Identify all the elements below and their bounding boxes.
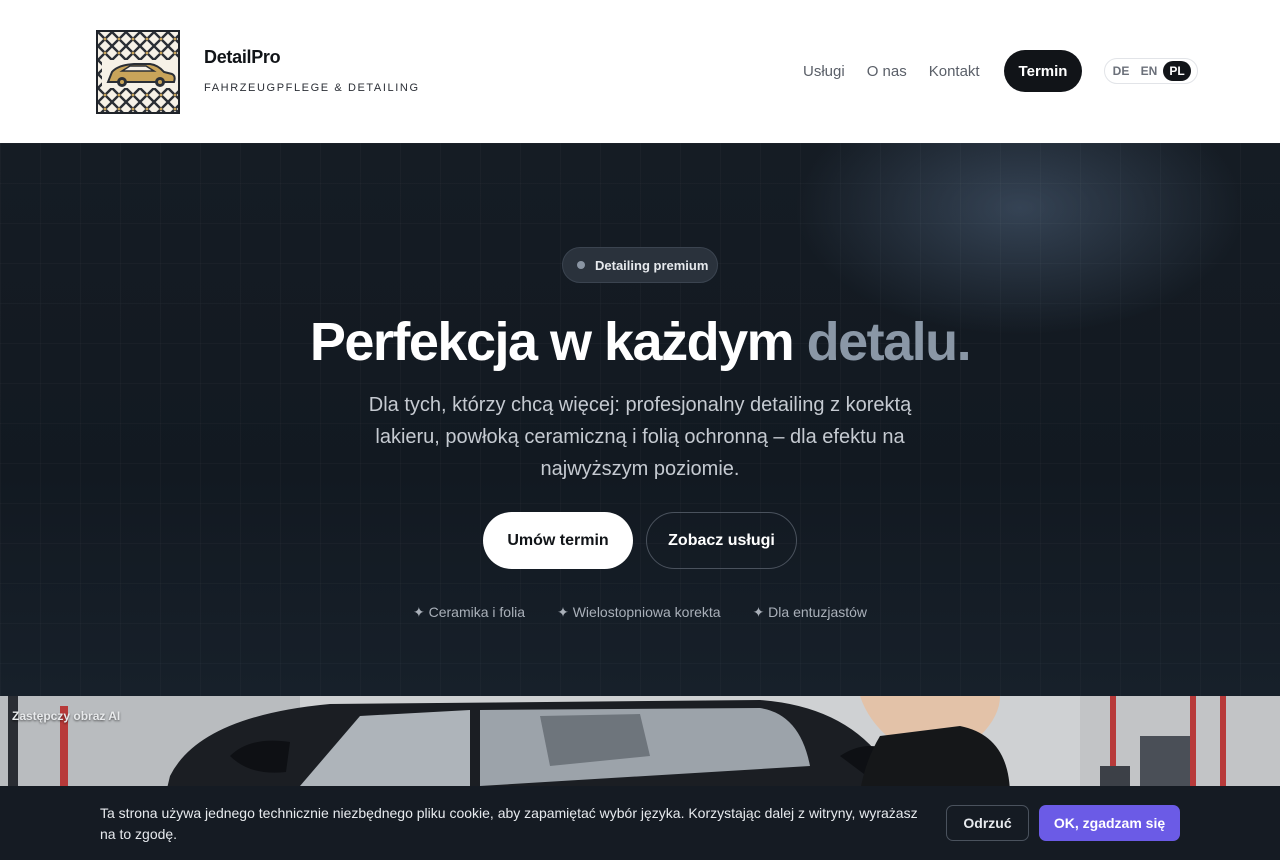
lang-pl-button[interactable]: PL — [1163, 61, 1191, 81]
book-appointment-button[interactable]: Umów termin — [483, 512, 633, 569]
cookie-accept-button[interactable]: OK, zgadzam się — [1039, 805, 1180, 841]
hero-subheadline: Dla tych, którzy chcą więcej: profesjona… — [368, 394, 912, 480]
badge-dot-icon — [577, 261, 585, 269]
hero-headline: Perfekcja w każdym detalu. — [0, 311, 1280, 373]
hero-badge: Detailing premium — [562, 247, 718, 283]
main-nav: Usługi O nas Kontakt — [803, 50, 1002, 92]
lang-en-button[interactable]: EN — [1135, 64, 1163, 78]
logo-icon[interactable] — [96, 30, 180, 114]
hero-headline-main: Perfekcja w każdym — [309, 312, 807, 372]
view-services-button[interactable]: Zobacz usługi — [646, 512, 797, 569]
hero-badge-label: Detailing premium — [595, 257, 709, 273]
nav-item-contact[interactable]: Kontakt — [929, 63, 980, 80]
cookie-decline-button[interactable]: Odrzuć — [946, 805, 1029, 841]
lang-de-button[interactable]: DE — [1107, 64, 1135, 78]
feature-item: ✦ Ceramika i folia — [412, 604, 526, 620]
language-switcher: DE EN PL — [1104, 58, 1198, 84]
ai-placeholder-label: Zastępczy obraz AI — [12, 709, 121, 723]
feature-item: ✦ Dla entuzjastów — [752, 604, 868, 620]
appointment-button[interactable]: Termin — [1004, 50, 1082, 92]
brand-tagline: FAHRZEUGPFLEGE & DETAILING — [204, 82, 420, 94]
nav-item-services[interactable]: Usługi — [803, 63, 845, 80]
feature-item: ✦ Wielostopniowa korekta — [557, 604, 721, 620]
brand-name[interactable]: DetailPro — [204, 47, 281, 68]
nav-item-about[interactable]: O nas — [867, 63, 907, 80]
hero-headline-accent: detalu. — [806, 312, 972, 372]
site-header: DetailPro FAHRZEUGPFLEGE & DETAILING Usł… — [0, 0, 1280, 143]
hero-section: Detailing premium Perfekcja w każdym det… — [0, 143, 1280, 696]
hero-features: ✦ Ceramika i folia ✦ Wielostopniowa kore… — [0, 604, 1280, 621]
cookie-banner: Ta strona używa jednego technicznie niez… — [0, 786, 1280, 860]
cookie-message: Ta strona używa jednego technicznie niez… — [100, 805, 918, 842]
